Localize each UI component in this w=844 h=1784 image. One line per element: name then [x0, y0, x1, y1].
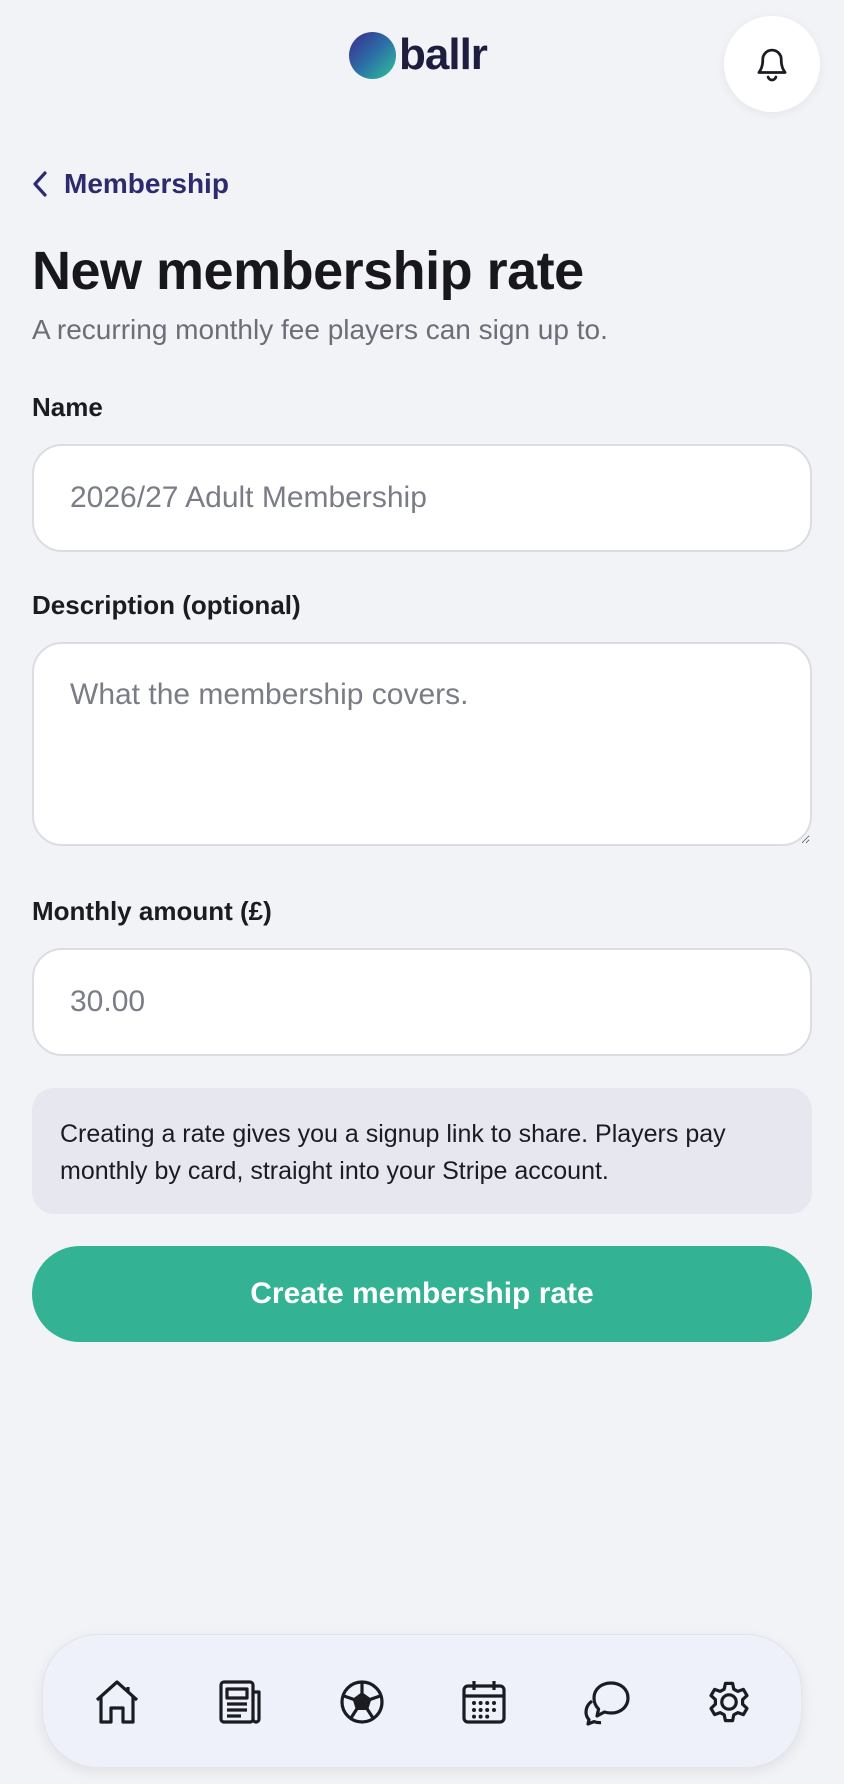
- nav-home[interactable]: [82, 1667, 152, 1737]
- name-input[interactable]: [32, 444, 812, 552]
- news-icon: [219, 1680, 261, 1724]
- monthly-amount-label: Monthly amount (£): [32, 896, 272, 926]
- nav-matches[interactable]: [327, 1667, 397, 1737]
- home-icon: [95, 1680, 139, 1724]
- ballr-logo: ballr: [349, 30, 488, 80]
- create-membership-rate-button[interactable]: Create membership rate: [32, 1246, 812, 1342]
- description-textarea[interactable]: [32, 642, 812, 846]
- nav-settings[interactable]: [694, 1667, 764, 1737]
- gear-icon: [709, 1681, 749, 1723]
- description-label: Description (optional): [32, 590, 301, 620]
- bottom-navigation: [42, 1634, 802, 1768]
- football-icon: [340, 1680, 384, 1724]
- monthly-amount-input[interactable]: [32, 948, 812, 1056]
- nav-news[interactable]: [204, 1667, 274, 1737]
- page-subtitle: A recurring monthly fee players can sign…: [32, 314, 608, 345]
- notifications-button[interactable]: [724, 16, 820, 112]
- info-notice: Creating a rate gives you a signup link …: [32, 1088, 812, 1214]
- back-to-membership-link[interactable]: Membership: [32, 164, 229, 204]
- name-label: Name: [32, 392, 103, 422]
- nav-calendar[interactable]: [449, 1667, 519, 1737]
- logo-text: ballr: [399, 30, 488, 79]
- logo-mark-icon: [349, 31, 396, 79]
- nav-chat[interactable]: [572, 1667, 642, 1737]
- app-header: ballr: [0, 0, 844, 120]
- chat-icon: [584, 1681, 630, 1726]
- chevron-left-icon: [33, 171, 47, 197]
- calendar-icon: [462, 1681, 506, 1724]
- bell-icon: [757, 48, 787, 82]
- back-link-label: Membership: [64, 168, 229, 199]
- page-title: New membership rate: [32, 241, 584, 301]
